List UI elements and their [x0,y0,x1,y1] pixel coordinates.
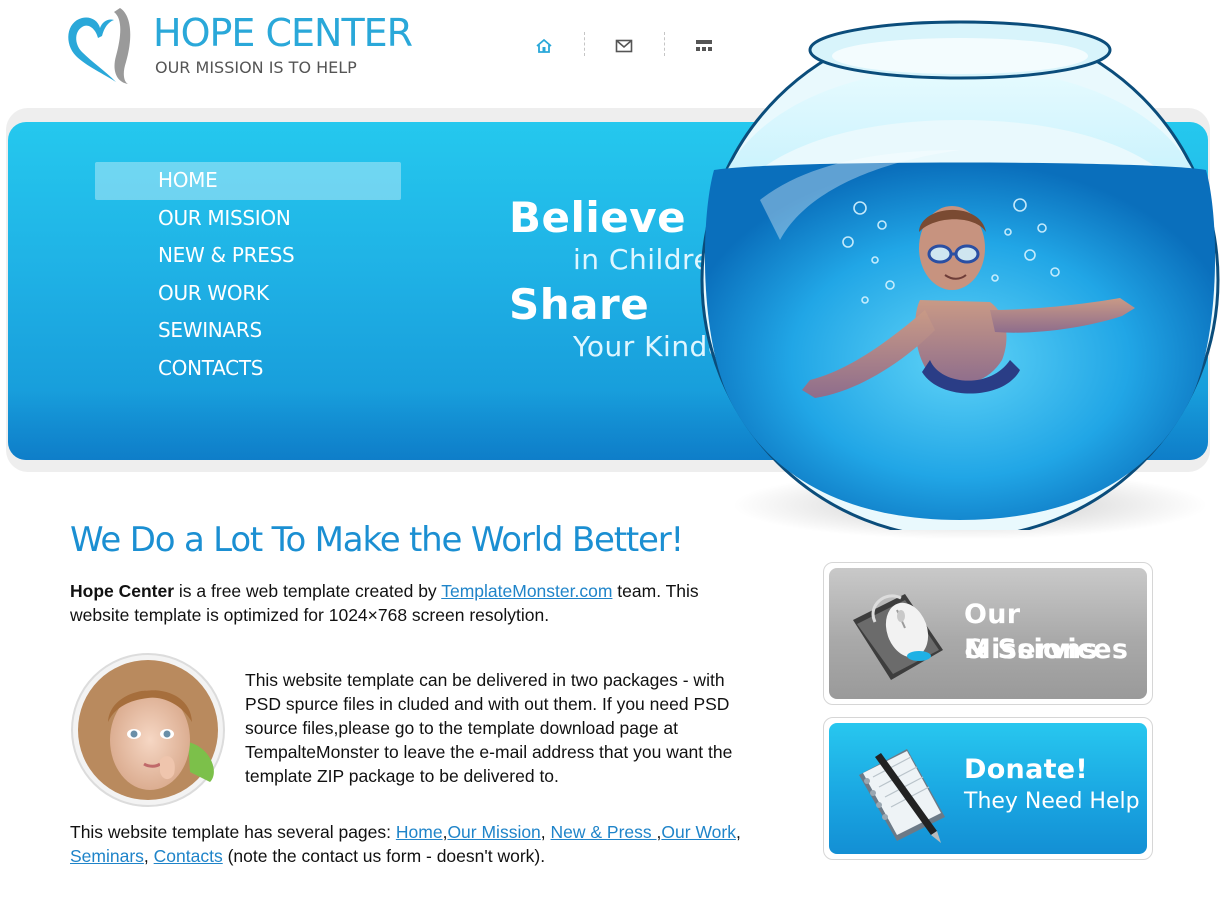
link-news-press[interactable]: New & Press [551,822,657,842]
packages-paragraph: This website template can be delivered i… [245,670,733,786]
nav-item-contacts[interactable]: CONTACTS [95,350,401,388]
link-our-work[interactable]: Our Work [661,822,736,842]
nav-item-seminars[interactable]: SEWINARS [95,312,401,350]
nav-item-news-press[interactable]: NEW & PRESS [95,237,401,275]
divider [664,32,665,56]
notebook-pen-icon [859,749,945,843]
link-home[interactable]: Home [396,822,443,842]
main-nav: HOME OUR MISSION NEW & PRESS OUR WORK SE… [95,162,401,387]
page-headline: We Do a Lot To Make the World Better! [70,520,684,560]
link-contacts[interactable]: Contacts [154,846,223,866]
donate-box-title: Donate! [964,754,1089,785]
nav-item-home[interactable]: HOME [95,162,401,200]
link-seminars[interactable]: Seminars [70,846,144,866]
pages-text-a: This website template has several pages: [70,822,396,842]
fishbowl-swimmer-image [700,20,1220,530]
divider [584,32,585,56]
heart-logo-icon[interactable] [64,4,136,86]
donate-box-panel: Donate! They Need Help [829,723,1147,854]
templatemonster-link[interactable]: TemplateMonster.com [441,581,612,601]
missions-box-line2: & Services [964,634,1129,665]
nav-item-our-work[interactable]: OUR WORK [95,275,401,313]
mail-icon[interactable] [613,36,635,56]
slogan-share: Share [509,280,650,329]
computer-mouse-icon [853,594,943,680]
missions-box-panel: Our Missions & Services [829,568,1147,699]
nav-item-our-mission[interactable]: OUR MISSION [95,200,401,238]
pages-text-b: (note the contact us form - doesn't work… [222,845,546,866]
intro-paragraph: Hope Center is a free web template creat… [70,580,730,627]
donate-box-subtitle: They Need Help [964,789,1140,814]
child-portrait-image [71,653,225,807]
link-our-mission[interactable]: Our Mission [447,822,540,842]
slogan-believe: Believe [509,193,687,242]
site-title[interactable]: HOPE CENTER [153,14,413,52]
pages-paragraph: This website template has several pages:… [70,822,741,866]
site-tagline: OUR MISSION IS TO HELP [155,58,357,77]
donate-box[interactable]: Donate! They Need Help [823,717,1153,860]
home-icon[interactable] [533,36,555,56]
brand-name-bold: Hope Center [70,581,175,601]
intro-text-a: is a free web template created by [174,581,442,601]
missions-services-box[interactable]: Our Missions & Services [823,562,1153,705]
